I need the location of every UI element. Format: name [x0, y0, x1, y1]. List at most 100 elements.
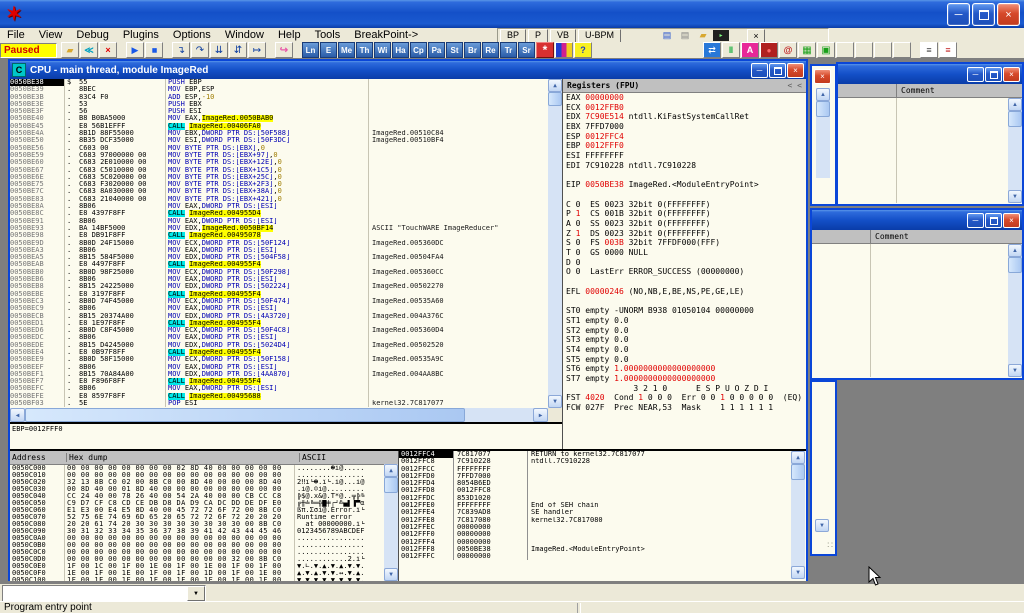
- combobox-dropdown-icon[interactable]: ▼: [187, 586, 205, 601]
- comment1-titlebar[interactable]: ─ ×: [838, 64, 1022, 84]
- disasm-row[interactable]: 0050BE3E.53PUSH EBX: [10, 101, 548, 108]
- disasm-row[interactable]: 0050BE75.C683 F3020000 00MOV BYTE PTR DS…: [10, 181, 548, 188]
- disasm-row[interactable]: 0050BE4A.8B1D 88F55000MOV EBX,DWORD PTR …: [10, 130, 548, 137]
- comment2-maximize-button[interactable]: [985, 213, 1002, 228]
- menu-breakpoint[interactable]: BreakPoint->: [347, 29, 425, 42]
- stack-vscrollbar[interactable]: ▲ ▼: [791, 451, 805, 579]
- pause-button[interactable]: ▮▮: [145, 42, 163, 58]
- breakpoint-dot-button[interactable]: ●: [760, 42, 778, 58]
- menu-file[interactable]: File: [0, 29, 32, 42]
- disasm-row[interactable]: 0050BF03.5EPOP ESIkernel32.7C817077: [10, 400, 548, 407]
- dump-row[interactable]: 0050C09030 31 32 33 34 35 36 37 38 39 41…: [10, 528, 398, 535]
- folder-icon[interactable]: ▰: [695, 30, 711, 42]
- dump-row[interactable]: 0050C02032 13 8B C0 02 00 8B C0 00 8D 40…: [10, 479, 398, 486]
- register-line[interactable]: ST1 empty 0.0: [566, 316, 806, 326]
- disasm-row[interactable]: 0050BE91.8B06MOV EAX,DWORD PTR DS:[ESI]: [10, 218, 548, 225]
- scroll-down-icon[interactable]: ▼: [1008, 190, 1022, 203]
- disasm-row[interactable]: 0050BE93.BA 14BF5000MOV EDX,ImageRed.005…: [10, 225, 548, 232]
- disasm-row[interactable]: 0050BE38$55PUSH EBP: [10, 79, 548, 86]
- step-over-button[interactable]: ↷: [191, 42, 209, 58]
- info-pane[interactable]: EBP=0012FFF0: [10, 422, 562, 449]
- scroll-thumb[interactable]: [25, 408, 465, 422]
- register-line[interactable]: ST6 empty 1.0000000000000000000: [566, 364, 806, 374]
- register-line[interactable]: S 0 FS 003B 32bit 7FFDF000(FFF): [566, 238, 806, 248]
- register-line[interactable]: EDX 7C90E514 ntdll.KiFastSystemCallRet: [566, 112, 806, 122]
- restart-button[interactable]: ≪: [80, 42, 98, 58]
- register-line[interactable]: C 0 ES 0023 32bit 0(FFFFFFFF): [566, 200, 806, 210]
- register-line[interactable]: ST0 empty -UNORM B938 01050104 00000000: [566, 306, 806, 316]
- disasm-row[interactable]: 0050BEEF.8B06MOV EAX,DWORD PTR DS:[ESI]: [10, 364, 548, 371]
- dump-row[interactable]: 0050C1001F 00 1F 00 1F 00 1F 00 1F 00 1F…: [10, 577, 398, 581]
- help-button[interactable]: ?: [574, 42, 592, 58]
- disasm-row[interactable]: 0050BE98.E8 DB91F8FFCALL ImageRed.004950…: [10, 232, 548, 239]
- register-line[interactable]: [566, 171, 806, 181]
- stack-row[interactable]: 0012FFFC00000000: [399, 553, 806, 560]
- comment2-minimize-button[interactable]: ─: [967, 213, 984, 228]
- back-window-vscrollbar[interactable]: ▲: [816, 88, 830, 178]
- swap-button[interactable]: ⇄: [703, 42, 721, 58]
- register-line[interactable]: ECX 0012FFB0: [566, 103, 806, 113]
- disasm-row[interactable]: 0050BE7C.C683 8A030000 00MOV BYTE PTR DS…: [10, 188, 548, 195]
- disasm-row[interactable]: 0050BEDC.8B06MOV EAX,DWORD PTR DS:[ESI]: [10, 334, 548, 341]
- menu-help[interactable]: Help: [271, 29, 308, 42]
- restore-button[interactable]: [972, 3, 995, 26]
- dump-row[interactable]: 0050C0A000 00 00 00 00 00 00 00 00 00 00…: [10, 535, 398, 542]
- scroll-down-icon[interactable]: ▼: [791, 566, 805, 579]
- cpu-minimize-button[interactable]: ─: [751, 63, 768, 78]
- cpu-titlebar[interactable]: C CPU - main thread, module ImageRed ─ ×: [10, 61, 806, 79]
- scroll-up-icon[interactable]: ▲: [1008, 244, 1022, 257]
- dump-row[interactable]: 0050C08020 20 61 74 20 30 30 30 30 30 30…: [10, 521, 398, 528]
- resize-grip[interactable]: ∷: [827, 540, 833, 551]
- breakpoints-button[interactable]: Br: [464, 42, 481, 58]
- disasm-row[interactable]: 0050BE3F.56PUSH ESI: [10, 108, 548, 115]
- trace-spiral-button[interactable]: @: [779, 42, 797, 58]
- open-file-button[interactable]: ▰: [61, 42, 79, 58]
- ascii-a-button[interactable]: A: [741, 42, 759, 58]
- disasm-row[interactable]: 0050BE9D.8B0D 24F15000MOV ECX,DWORD PTR …: [10, 240, 548, 247]
- empty-button[interactable]: [855, 42, 873, 58]
- register-line[interactable]: FST 4020 Cond 1 0 0 0 Err 0 0 1 0 0 0 0 …: [566, 393, 806, 403]
- comment1-body[interactable]: ▲ ▼: [838, 98, 1022, 203]
- cpu-restore-button[interactable]: [769, 63, 786, 78]
- comment2-close-button[interactable]: ×: [1003, 213, 1020, 228]
- dump-row[interactable]: 0050C040CC 24 40 00 78 26 40 00 54 2A 40…: [10, 493, 398, 500]
- comment1-maximize-button[interactable]: [985, 67, 1002, 82]
- disasm-row[interactable]: 0050BE8C.E8 4397F8FFCALL ImageRed.004955…: [10, 210, 548, 217]
- register-line[interactable]: EFL 00000246 (NO,NB,E,BE,NS,PE,GE,LE): [566, 287, 806, 297]
- disasm-row[interactable]: 0050BEFC.8B06MOV EAX,DWORD PTR DS:[ESI]: [10, 385, 548, 392]
- scroll-up-icon[interactable]: ▲: [791, 451, 805, 464]
- references-button[interactable]: Re: [482, 42, 499, 58]
- window-grid-button[interactable]: ▣: [817, 42, 835, 58]
- register-line[interactable]: FCW 027F Prec NEAR,53 Mask 1 1 1 1 1 1: [566, 403, 806, 413]
- disasm-row[interactable]: 0050BE67.C683 C5010000 00MOV BYTE PTR DS…: [10, 167, 548, 174]
- register-line[interactable]: EIP 0050BE38 ImageRed.<ModuleEntryPoint>: [566, 180, 806, 190]
- dump-row[interactable]: 0050C060E1 E3 00 E4 E5 8D 40 00 45 72 72…: [10, 507, 398, 514]
- register-line[interactable]: P 1 CS 001B 32bit 0(FFFFFFFF): [566, 209, 806, 219]
- register-line[interactable]: 3 2 1 0 E S P U O Z D I: [566, 384, 806, 394]
- disasm-row[interactable]: 0050BEE9.8B0D 58F15000MOV ECX,DWORD PTR …: [10, 356, 548, 363]
- disasm-row[interactable]: 0050BE56.C603 00MOV BYTE PTR DS:[EBX],0: [10, 145, 548, 152]
- dump-row[interactable]: 0050C0E01F 00 1C 00 1F 00 1E 00 1F 00 1E…: [10, 563, 398, 570]
- disasm-vscrollbar[interactable]: ▲ ▼: [548, 79, 562, 408]
- disasm-row[interactable]: 0050BECB.8B15 20374A00MOV EDX,DWORD PTR …: [10, 313, 548, 320]
- dump-row[interactable]: 0050C0F01E 00 1F 00 1E 00 1F 00 1F 00 1D…: [10, 570, 398, 577]
- comment2-titlebar[interactable]: ─ ×: [812, 210, 1022, 230]
- call-stack-button[interactable]: St: [446, 42, 463, 58]
- options-button[interactable]: *: [536, 42, 554, 58]
- scroll-up-icon[interactable]: ▲: [1008, 98, 1022, 111]
- run-trace-button[interactable]: Tr: [500, 42, 517, 58]
- disasm-row[interactable]: 0050BEE4.E8 0B97F8FFCALL ImageRed.004955…: [10, 349, 548, 356]
- register-line[interactable]: ST2 empty 0.0: [566, 326, 806, 336]
- menu-window[interactable]: Window: [218, 29, 271, 42]
- disasm-row[interactable]: 0050BE50.8B35 DCF35000MOV ESI,DWORD PTR …: [10, 137, 548, 144]
- vb-button[interactable]: VB: [550, 29, 576, 43]
- register-line[interactable]: ESI FFFFFFFF: [566, 151, 806, 161]
- memory-grid-button[interactable]: ▦: [798, 42, 816, 58]
- menu-view[interactable]: View: [32, 29, 70, 42]
- disasm-row[interactable]: 0050BEB8.8B15 24225000MOV EDX,DWORD PTR …: [10, 283, 548, 290]
- scroll-thumb[interactable]: [1008, 111, 1022, 127]
- disasm-row[interactable]: 0050BEA3.8B06MOV EAX,DWORD PTR DS:[ESI]: [10, 247, 548, 254]
- dump-vscrollbar[interactable]: ▲ ▼: [384, 464, 398, 581]
- scroll-right-icon[interactable]: ▶: [533, 408, 548, 422]
- close-button[interactable]: ×: [997, 3, 1020, 26]
